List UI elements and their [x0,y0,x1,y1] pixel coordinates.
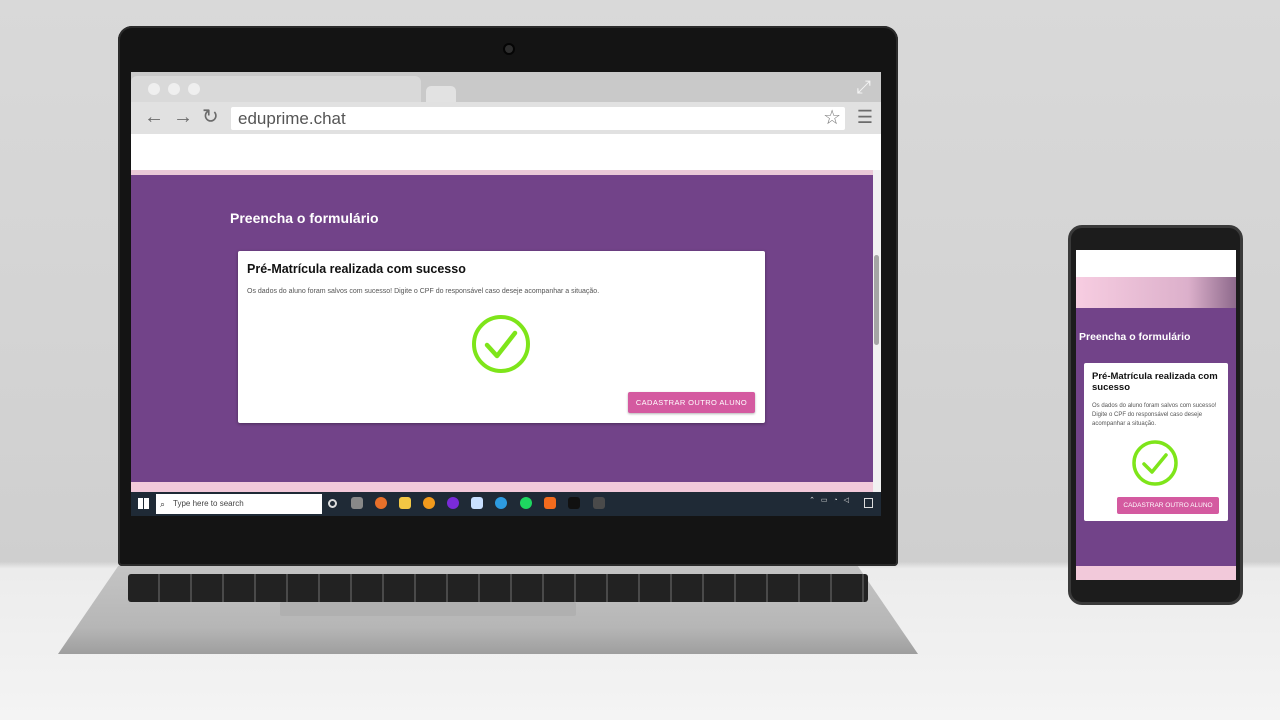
app-icon[interactable] [471,497,483,509]
windows-start-icon[interactable] [138,498,149,509]
site-footer [131,482,873,492]
app-icon[interactable] [447,497,459,509]
laptop-screen: ⤢ ← → ↻ eduprime.chat ☆ ☰ Preencha o for… [131,72,881,516]
search-icon: ⌕ [160,499,166,509]
new-tab-button[interactable] [426,86,456,102]
firefox-icon[interactable] [375,497,387,509]
browser-window: ⤢ ← → ↻ eduprime.chat ☆ ☰ [131,72,881,134]
page-scrollbar[interactable] [873,170,881,492]
app-icon[interactable] [568,497,580,509]
taskbar-search-placeholder: Type here to search [173,499,244,508]
task-view-icon[interactable] [351,497,363,509]
bookmark-star-icon[interactable]: ☆ [823,107,841,129]
system-tray-icons[interactable]: ⌃ ▭ ◔ ◁ [809,496,851,504]
app-icon[interactable] [593,497,605,509]
address-bar[interactable]: eduprime.chat ☆ [231,107,845,130]
spotify-icon[interactable] [520,497,532,509]
phone-page-title: Preencha o formulário [1079,331,1191,343]
keyboard [128,574,868,602]
file-explorer-icon[interactable] [399,497,411,509]
phone-success-card: Pré-Matrícula realizada com sucesso Os d… [1084,363,1228,521]
app-icon[interactable] [423,497,435,509]
scroll-thumb[interactable] [874,255,879,345]
form-section: Preencha o formulário Pré-Matrícula real… [131,170,873,482]
notification-icon[interactable] [864,498,873,508]
card-title: Pré-Matrícula realizada com sucesso [247,262,466,276]
phone-screen: Preencha o formulário Pré-Matrícula real… [1076,250,1236,580]
check-circle-icon [471,312,531,376]
taskbar-search-input[interactable]: ⌕ Type here to search [156,494,322,514]
phone-check-circle-icon [1130,438,1180,488]
phone-site-header [1076,277,1236,308]
phone-card-message: Os dados do aluno foram salvos com suces… [1092,403,1217,427]
success-card: Pré-Matrícula realizada com sucesso Os d… [238,251,765,423]
page-title: Preencha o formulário [230,210,379,226]
browser-toolbar: ← → ↻ eduprime.chat ☆ ☰ [131,102,881,134]
close-window-button[interactable] [148,83,160,95]
cortana-icon[interactable] [328,499,337,508]
windows-taskbar: ⌕ Type here to search ⌃ ▭ ◔ ◁ [131,492,881,516]
back-arrow-icon[interactable]: ← [144,106,164,128]
fullscreen-icon[interactable]: ⤢ [857,78,871,96]
site-header [131,134,873,170]
register-another-student-button[interactable]: CADASTRAR OUTRO ALUNO [628,392,755,413]
trackpad [280,602,576,616]
minimize-window-button[interactable] [168,83,180,95]
phone-site-footer [1076,566,1236,580]
app-icon[interactable] [544,497,556,509]
card-message: Os dados do aluno foram salvos com suces… [247,288,600,295]
phone-card-title: Pré-Matrícula realizada com sucesso [1092,371,1218,393]
maximize-window-button[interactable] [188,83,200,95]
forward-arrow-icon[interactable]: → [173,106,193,128]
phone-register-another-student-button[interactable]: CADASTRAR OUTRO ALUNO [1117,497,1219,514]
telegram-icon[interactable] [495,497,507,509]
browser-menu-icon[interactable]: ☰ [857,107,873,127]
webcam [503,43,515,55]
url-text: eduprime.chat [238,109,346,128]
reload-icon[interactable]: ↻ [202,106,219,128]
